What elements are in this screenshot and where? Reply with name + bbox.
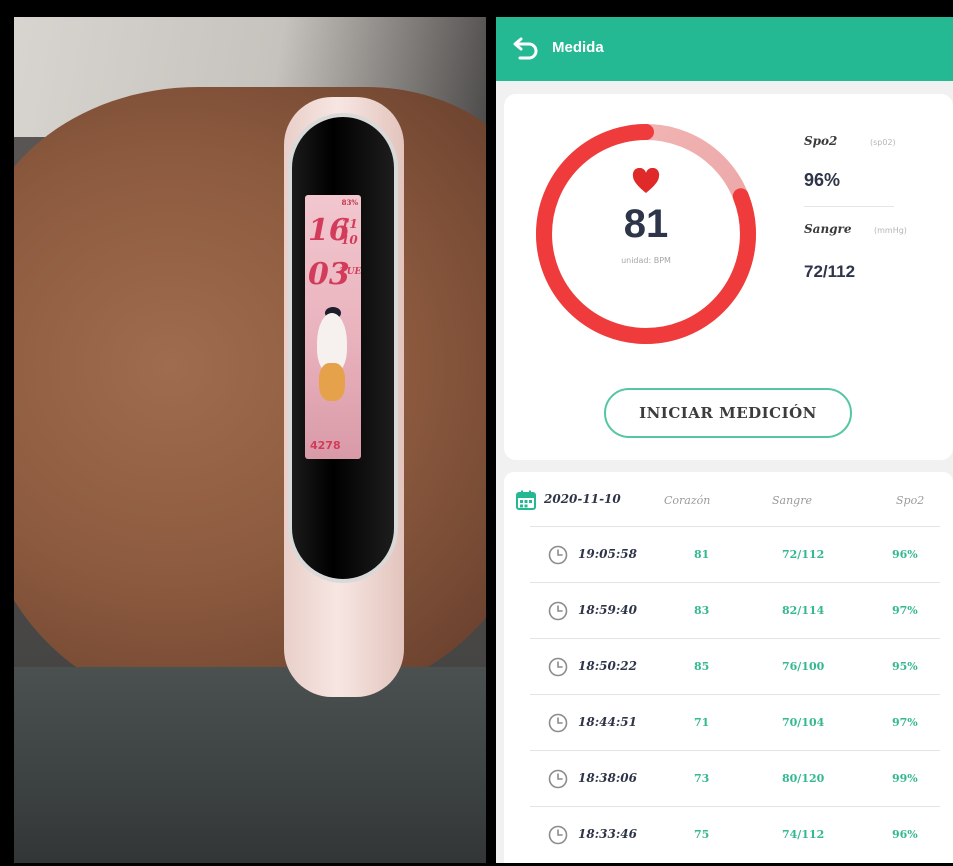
back-arrow-icon[interactable] <box>512 35 540 61</box>
row-time: 18:38:06 <box>578 771 637 785</box>
column-header-heart: Corazón <box>664 494 711 507</box>
spo2-label: Spo2 <box>804 134 838 148</box>
clock-icon <box>548 545 568 565</box>
blood-pressure-label: Sangre <box>804 222 852 236</box>
clock-icon <box>548 769 568 789</box>
history-row[interactable]: 19:05:58 81 72/112 96% <box>530 526 940 582</box>
row-heart-rate: 85 <box>694 660 710 673</box>
band-date-bottom: 10 <box>341 233 358 247</box>
row-heart-rate: 83 <box>694 604 710 617</box>
row-blood-pressure: 72/112 <box>782 548 825 561</box>
row-time: 18:44:51 <box>578 715 637 729</box>
clock-icon <box>548 601 568 621</box>
row-blood-pressure: 76/100 <box>782 660 825 673</box>
history-row[interactable]: 18:33:46 75 74/112 96% <box>530 806 940 862</box>
screenshot-frame: 83% 16 11 10 03 TUE 4278 Medida 81 unida… <box>0 0 953 866</box>
row-spo2: 95% <box>892 660 918 673</box>
row-heart-rate: 75 <box>694 828 710 841</box>
row-time: 18:59:40 <box>578 603 637 617</box>
row-heart-rate: 71 <box>694 716 710 729</box>
heart-rate-value: 81 <box>623 202 669 246</box>
column-header-blood: Sangre <box>772 494 812 507</box>
page-title: Medida <box>552 39 604 56</box>
band-steps: 4278 <box>310 439 341 452</box>
row-spo2: 96% <box>892 828 918 841</box>
history-card: 2020-11-10 Corazón Sangre Spo2 19:05:58 8… <box>504 472 953 863</box>
band-weekday: TUE <box>340 267 361 277</box>
band-character-legs <box>319 363 345 401</box>
row-spo2: 96% <box>892 548 918 561</box>
row-blood-pressure: 74/112 <box>782 828 825 841</box>
calendar-icon[interactable] <box>516 490 536 510</box>
history-row[interactable]: 18:50:22 85 76/100 95% <box>530 638 940 694</box>
row-heart-rate: 81 <box>694 548 710 561</box>
row-time: 18:50:22 <box>578 659 637 673</box>
measurement-card: 81 unidad: BPM Spo2 (sp02) 96% Sangre (m… <box>504 94 953 460</box>
history-header: 2020-11-10 Corazón Sangre Spo2 <box>504 486 953 514</box>
band-screen: 83% 16 11 10 03 TUE 4278 <box>305 195 361 459</box>
band-battery: 83% <box>341 198 358 207</box>
row-heart-rate: 73 <box>694 772 710 785</box>
spo2-value: 96% <box>804 170 841 190</box>
app-bar: Medida <box>496 17 953 81</box>
history-row[interactable]: 18:38:06 73 80/120 99% <box>530 750 940 806</box>
row-spo2: 97% <box>892 604 918 617</box>
clock-icon <box>548 825 568 845</box>
row-spo2: 97% <box>892 716 918 729</box>
row-time: 18:33:46 <box>578 827 637 841</box>
measurement-app: Medida 81 unidad: BPM Spo2 (sp02) 96% Sa… <box>496 17 953 863</box>
row-blood-pressure: 80/120 <box>782 772 825 785</box>
row-blood-pressure: 82/114 <box>782 604 825 617</box>
history-row[interactable]: 18:44:51 71 70/104 97% <box>530 694 940 750</box>
heart-rate-unit: unidad: BPM <box>621 256 671 265</box>
spo2-unit: (sp02) <box>870 138 896 147</box>
row-spo2: 99% <box>892 772 918 785</box>
photo-floor <box>14 667 486 863</box>
history-date[interactable]: 2020-11-10 <box>544 492 621 506</box>
heart-icon <box>632 168 660 193</box>
clock-icon <box>548 713 568 733</box>
band-date-top: 11 <box>341 217 358 231</box>
metric-divider <box>804 206 894 207</box>
history-row[interactable]: 18:59:40 83 82/114 97% <box>530 582 940 638</box>
blood-pressure-value: 72/112 <box>804 262 856 281</box>
column-header-spo2: Spo2 <box>896 494 925 507</box>
photo-wrist <box>14 87 486 707</box>
blood-pressure-unit: (mmHg) <box>874 226 907 235</box>
wrist-band-photo: 83% 16 11 10 03 TUE 4278 <box>14 17 486 863</box>
row-time: 19:05:58 <box>578 547 637 561</box>
start-measurement-button[interactable]: INICIAR MEDICIÓN <box>604 388 852 438</box>
clock-icon <box>548 657 568 677</box>
row-blood-pressure: 70/104 <box>782 716 825 729</box>
